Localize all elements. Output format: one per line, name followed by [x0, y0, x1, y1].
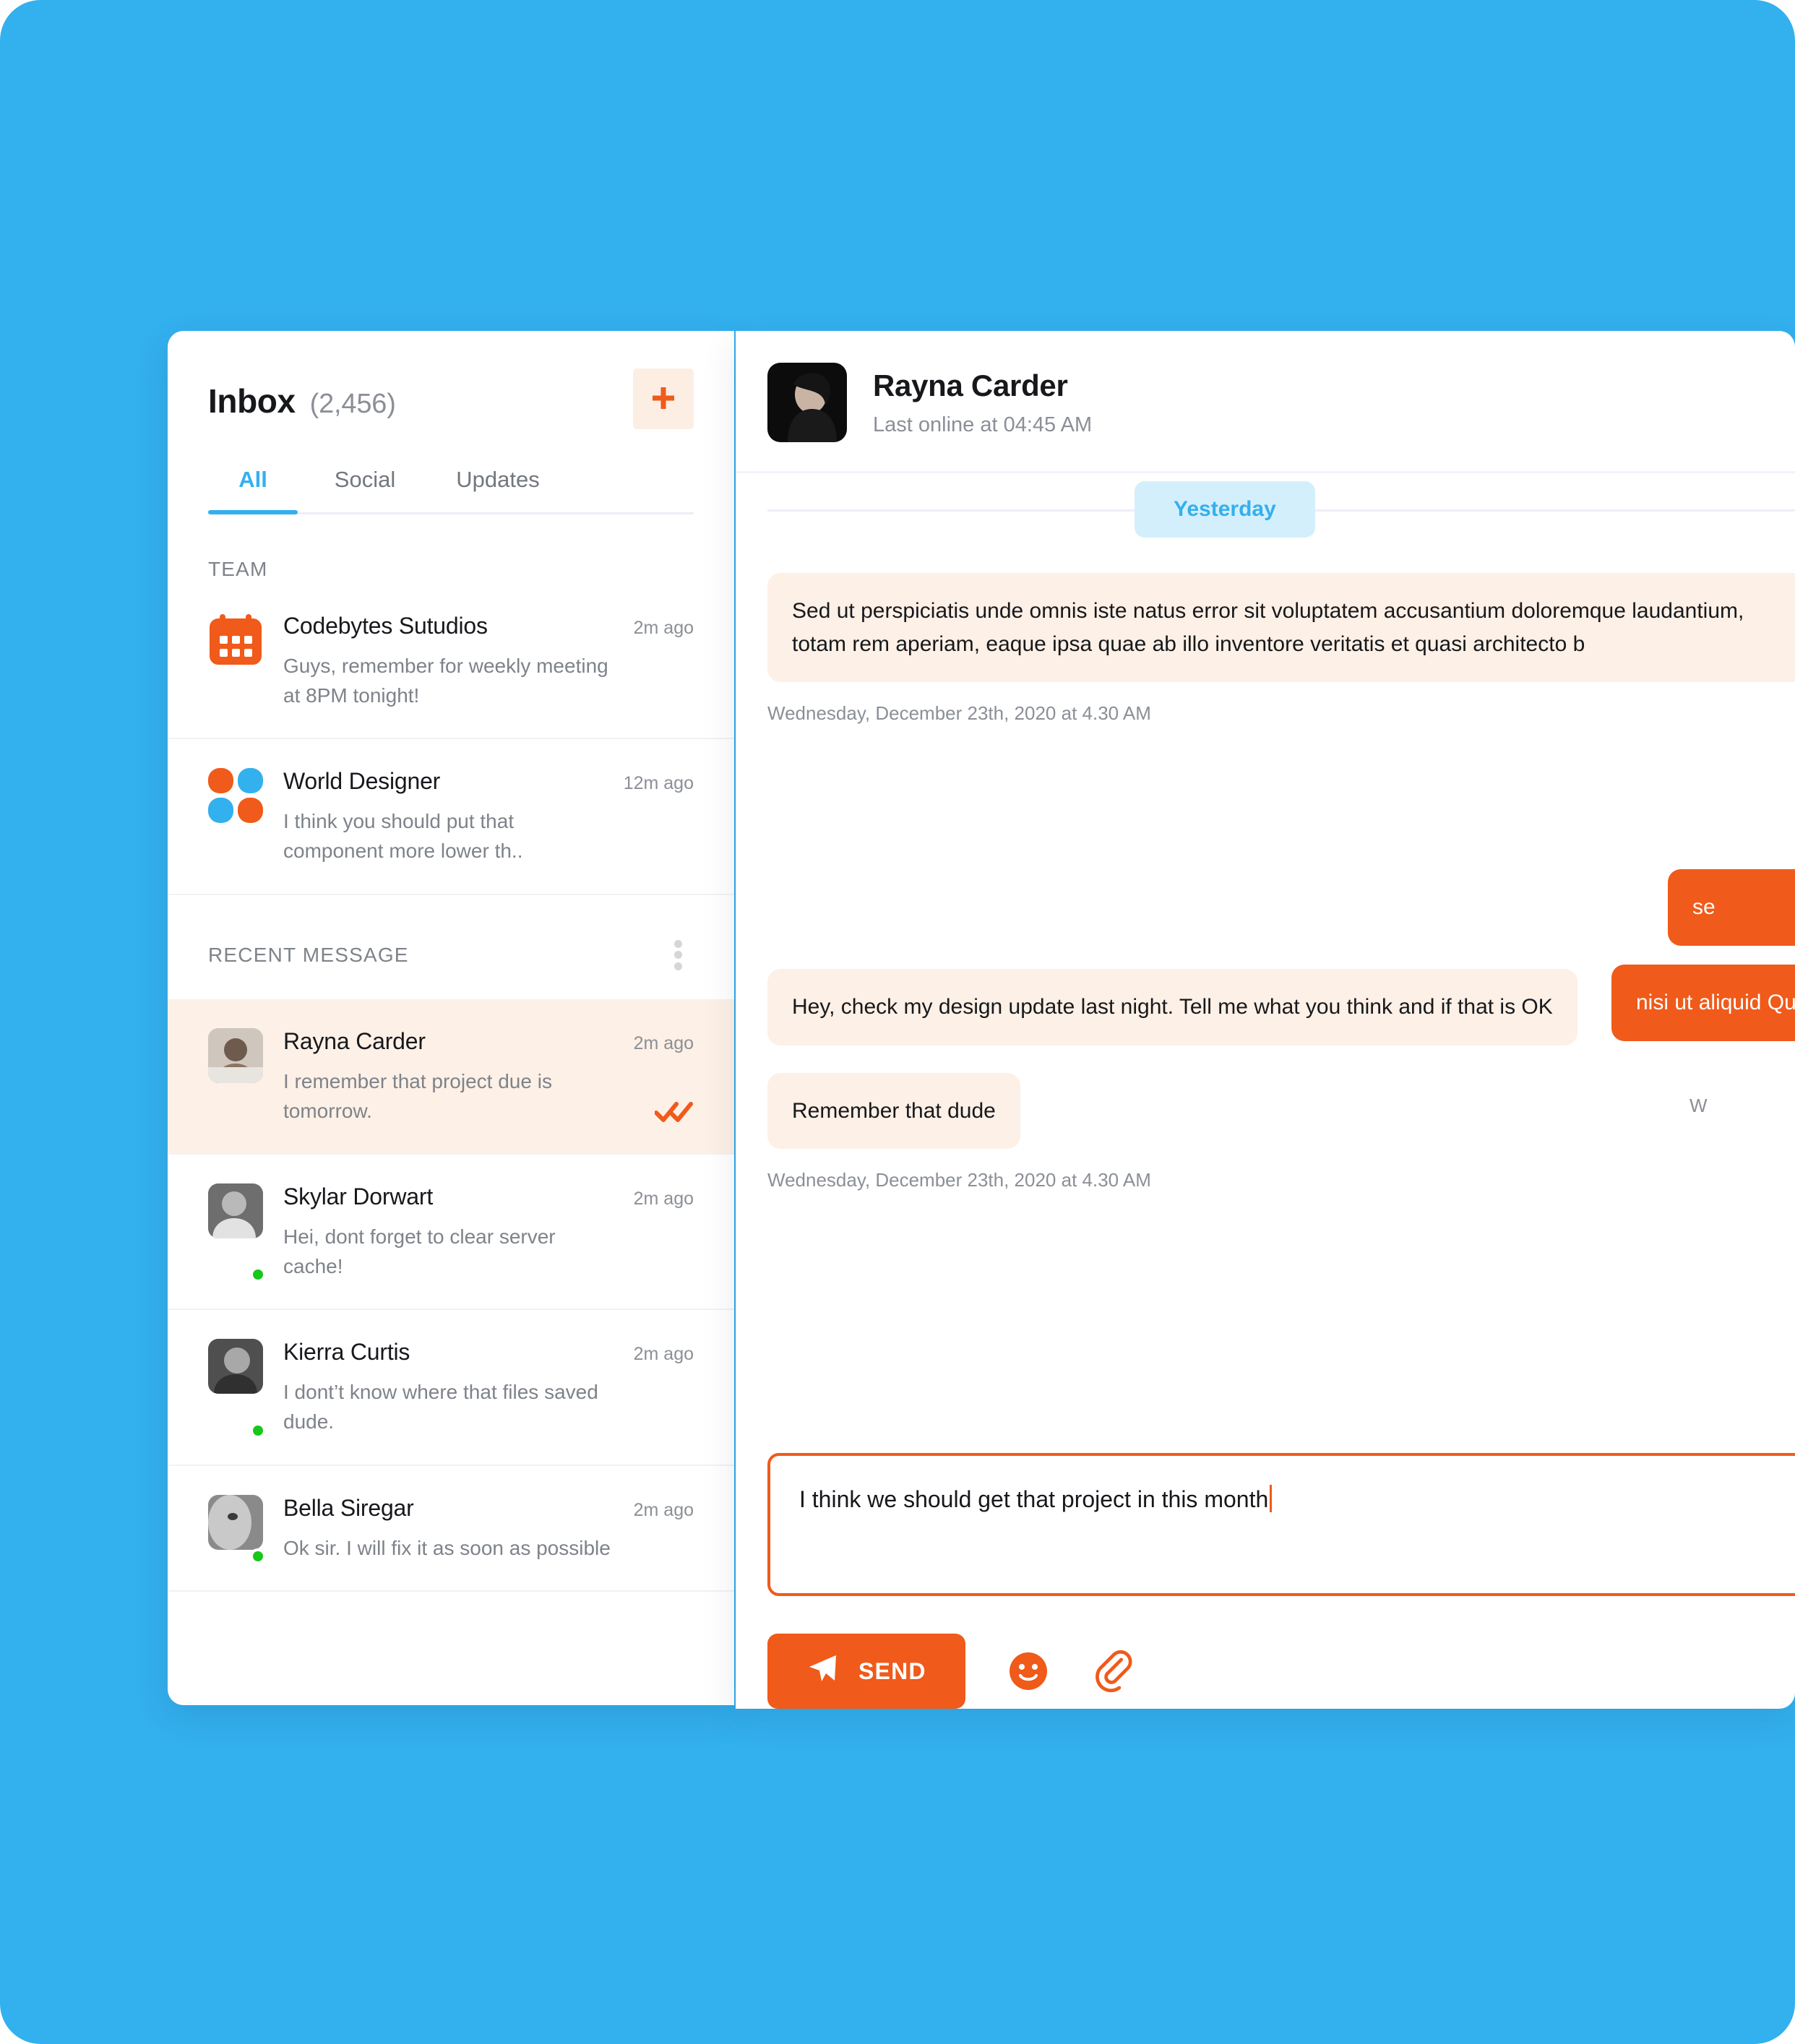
chat-contact-status: Last online at 04:45 AM [873, 413, 1093, 436]
chat-header: Rayna Carder Last online at 04:45 AM [736, 331, 1795, 473]
send-button-label: SEND [858, 1657, 926, 1684]
message-bubble-outgoing[interactable]: nisi ut aliquid Quis autem [1611, 965, 1795, 1041]
grid-dots-icon [208, 768, 263, 824]
online-status-dot [250, 1548, 266, 1564]
list-item[interactable]: World Designer 12m ago I think you shoul… [168, 739, 734, 895]
plus-icon [649, 384, 678, 415]
message-row-incoming: Remember that dude Wednesday, December 2… [767, 1072, 1795, 1192]
add-conversation-button[interactable] [633, 368, 694, 429]
list-item-snippet: I remember that project due is tomorrow. [283, 1069, 552, 1122]
more-vertical-icon[interactable] [662, 936, 694, 975]
text-cursor [1270, 1485, 1273, 1512]
app-background: Inbox (2,456) All Social Updates TEAM Co… [0, 0, 1795, 2044]
online-status-dot [250, 1422, 266, 1439]
double-check-icon [654, 1101, 694, 1123]
list-item-name: Rayna Carder [283, 1027, 426, 1054]
message-timestamp: W [1689, 1095, 1708, 1116]
list-item-snippet: I dont’t know where that files saved dud… [283, 1381, 598, 1433]
list-item[interactable]: Rayna Carder 2m ago I remember that proj… [168, 999, 734, 1155]
list-item-name: World Designer [283, 768, 441, 795]
conversation-list[interactable]: TEAM Codebytes Sutudios 2m ago Guys, rem… [168, 514, 734, 1705]
inbox-tabs: All Social Updates [168, 429, 734, 514]
list-item[interactable]: Codebytes Sutudios 2m ago Guys, remember… [168, 581, 734, 740]
message-composer: I think we should get that project in th… [736, 1453, 1795, 1709]
list-item-name: Bella Siregar [283, 1494, 414, 1521]
list-item-snippet: Guys, remember for weekly meeting at 8PM… [283, 655, 608, 707]
avatar [767, 363, 847, 442]
list-item-snippet: Ok sir. I will fix it as soon as possibl… [283, 1536, 611, 1559]
day-divider: Yesterday [767, 473, 1795, 546]
inbox-sidebar: Inbox (2,456) All Social Updates TEAM Co… [168, 331, 734, 1705]
message-input-value: I think we should get that project in th… [799, 1486, 1269, 1512]
list-item[interactable]: Kierra Curtis 2m ago I dont’t know where… [168, 1310, 734, 1466]
send-button[interactable]: SEND [767, 1634, 965, 1709]
calendar-icon [208, 614, 263, 670]
list-item-name: Codebytes Sutudios [283, 613, 488, 639]
message-row-incoming: Sed ut perspiciatis unde omnis iste natu… [767, 573, 1795, 725]
list-item-snippet: I think you should put that component mo… [283, 810, 523, 863]
paper-plane-icon [806, 1652, 838, 1690]
message-bubble-incoming[interactable]: Remember that dude [767, 1072, 1020, 1150]
message-input[interactable]: I think we should get that project in th… [767, 1453, 1795, 1596]
day-divider-label: Yesterday [1135, 481, 1315, 538]
recent-section-label: RECENT MESSAGE [208, 943, 409, 966]
avatar [208, 1183, 263, 1238]
list-item-time: 12m ago [623, 773, 694, 794]
list-item-time: 2m ago [633, 1032, 694, 1053]
tab-social[interactable]: Social [298, 467, 432, 514]
page-title: Inbox [208, 382, 296, 420]
paperclip-icon[interactable] [1091, 1649, 1136, 1694]
list-item-time: 2m ago [633, 1188, 694, 1209]
avatar [208, 1339, 263, 1394]
list-item[interactable]: Skylar Dorwart 2m ago Hei, dont forget t… [168, 1155, 734, 1311]
message-bubble-outgoing[interactable]: se [1668, 869, 1795, 946]
avatar [208, 1494, 263, 1550]
message-timestamp: Wednesday, December 23th, 2020 at 4.30 A… [767, 702, 1151, 725]
list-item-name: Kierra Curtis [283, 1339, 410, 1366]
recent-section-header: RECENT MESSAGE [168, 895, 734, 975]
message-bubble-incoming[interactable]: Sed ut perspiciatis unde omnis iste natu… [767, 573, 1795, 683]
team-section-label: TEAM [208, 558, 268, 580]
chat-contact-name: Rayna Carder [873, 368, 1068, 402]
list-item[interactable]: Bella Siregar 2m ago Ok sir. I will fix … [168, 1466, 734, 1592]
list-item-time: 2m ago [633, 1344, 694, 1365]
inbox-count: (2,456) [309, 389, 396, 419]
message-timestamp: Wednesday, December 23th, 2020 at 4.30 A… [767, 1169, 1151, 1191]
chat-panel: Rayna Carder Last online at 04:45 AM Yes… [736, 331, 1795, 1709]
message-bubble-incoming[interactable]: Hey, check my design update last night. … [767, 969, 1577, 1045]
avatar [208, 1027, 263, 1083]
sidebar-header: Inbox (2,456) [168, 331, 734, 429]
tab-updates[interactable]: Updates [432, 467, 564, 514]
message-thread[interactable]: Yesterday Sed ut perspiciatis unde omnis… [736, 473, 1795, 1453]
list-item-time: 2m ago [633, 1499, 694, 1520]
list-item-snippet: Hei, dont forget to clear server cache! [283, 1225, 556, 1278]
list-item-name: Skylar Dorwart [283, 1183, 434, 1209]
active-tab-indicator [208, 510, 298, 514]
composer-actions: SEND [767, 1596, 1795, 1709]
smiley-icon[interactable] [1006, 1649, 1051, 1694]
tab-all[interactable]: All [208, 467, 298, 514]
list-item-time: 2m ago [633, 618, 694, 638]
online-status-dot [250, 1267, 266, 1283]
